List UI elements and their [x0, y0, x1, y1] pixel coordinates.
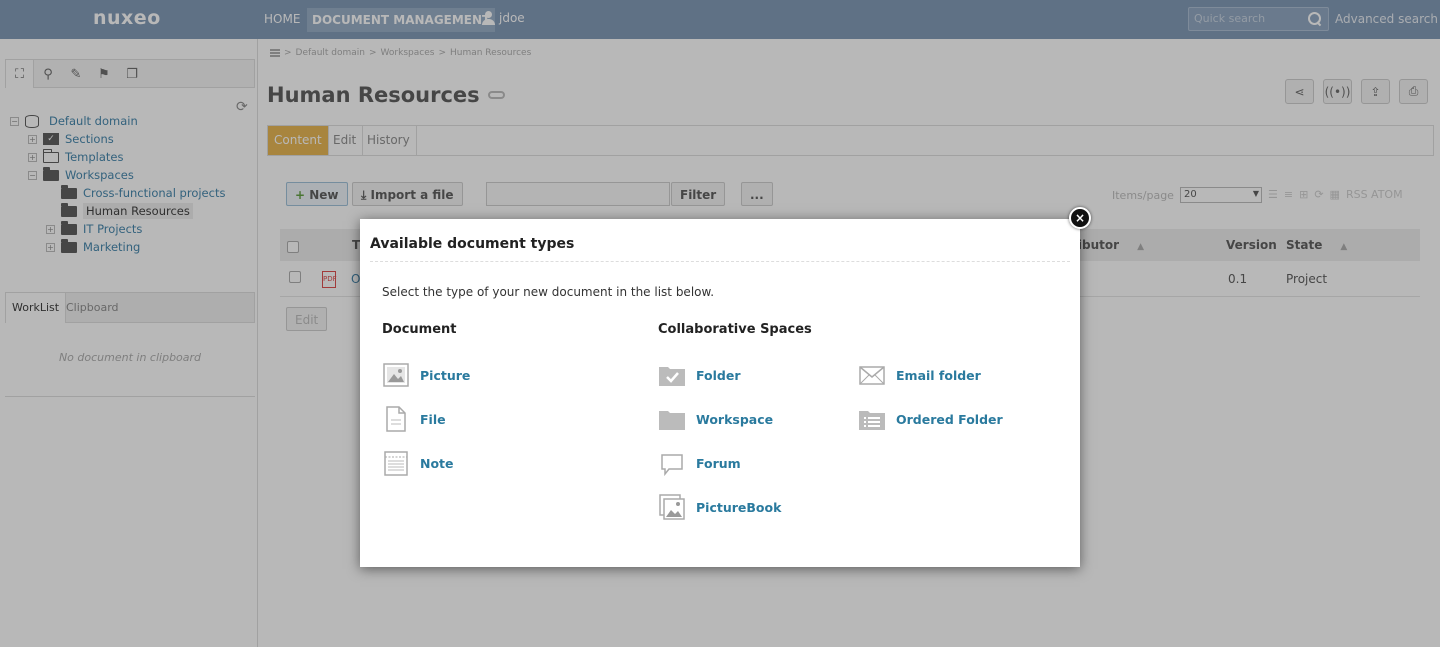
dialog-divider: [370, 261, 1070, 262]
picturebook-icon: [659, 494, 685, 520]
document-types-dialog: Available document types Select the type…: [360, 219, 1080, 567]
doctype-file[interactable]: File: [382, 404, 446, 434]
doctype-label: Ordered Folder: [896, 411, 1003, 427]
doctype-note[interactable]: Note: [382, 448, 454, 478]
doctype-ordered-folder[interactable]: Ordered Folder: [858, 404, 1003, 434]
folder-check-icon: [659, 367, 685, 386]
document-heading: Document: [382, 322, 457, 337]
picture-icon: [383, 363, 409, 387]
email-folder-icon: [859, 366, 885, 385]
doctype-picturebook[interactable]: PictureBook: [658, 492, 781, 522]
doctype-folder[interactable]: Folder: [658, 360, 741, 390]
close-dialog-button[interactable]: ×: [1069, 207, 1091, 229]
doctype-label: Picture: [420, 367, 471, 383]
forum-icon: [661, 454, 683, 477]
ordered-folder-icon: [859, 411, 885, 430]
dialog-title: Available document types: [370, 236, 575, 252]
doctype-label: Folder: [696, 367, 741, 383]
doctype-label: Email folder: [896, 367, 981, 383]
file-icon: [386, 406, 406, 432]
dialog-description: Select the type of your new document in …: [382, 285, 715, 299]
doctype-label: PictureBook: [696, 499, 782, 515]
doctype-label: Forum: [696, 455, 741, 471]
doctype-forum[interactable]: Forum: [658, 448, 741, 478]
workspace-icon: [659, 411, 685, 430]
doctype-picture[interactable]: Picture: [382, 360, 470, 390]
doctype-workspace[interactable]: Workspace: [658, 404, 773, 434]
doctype-email-folder[interactable]: Email folder: [858, 360, 981, 390]
doctype-label: File: [420, 411, 446, 427]
doctype-label: Workspace: [696, 411, 774, 427]
collaborative-spaces-heading: Collaborative Spaces: [658, 322, 812, 337]
doctype-label: Note: [420, 455, 454, 471]
note-icon: [384, 451, 408, 476]
